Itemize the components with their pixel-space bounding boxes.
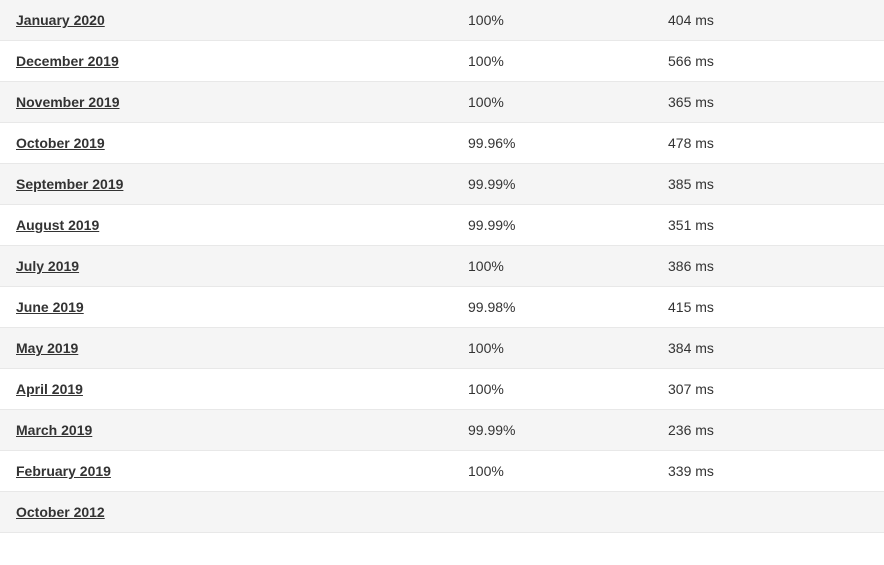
response-value: 415 ms (668, 299, 714, 315)
uptime-column: 100% (468, 12, 668, 28)
uptime-table: January 2020 100% 404 ms December 2019 100% 5… (0, 0, 884, 533)
month-column: February 2019 (16, 463, 468, 479)
month-link[interactable]: January 2020 (16, 12, 105, 28)
month-link[interactable]: April 2019 (16, 381, 83, 397)
uptime-column: 100% (468, 340, 668, 356)
uptime-value: 100% (468, 258, 504, 274)
table-row: November 2019 100% 365 ms (0, 82, 884, 123)
table-row: August 2019 99.99% 351 ms (0, 205, 884, 246)
response-column: 566 ms (668, 53, 868, 69)
response-value: 566 ms (668, 53, 714, 69)
uptime-value: 100% (468, 12, 504, 28)
uptime-column: 100% (468, 463, 668, 479)
response-value: 384 ms (668, 340, 714, 356)
table-row: September 2019 99.99% 385 ms (0, 164, 884, 205)
month-column: July 2019 (16, 258, 468, 274)
table-row: July 2019 100% 386 ms (0, 246, 884, 287)
response-column: 351 ms (668, 217, 868, 233)
month-link[interactable]: September 2019 (16, 176, 123, 192)
uptime-column: 99.98% (468, 299, 668, 315)
month-column: September 2019 (16, 176, 468, 192)
uptime-column: 100% (468, 53, 668, 69)
uptime-column: 99.99% (468, 422, 668, 438)
uptime-column: 100% (468, 94, 668, 110)
month-column: May 2019 (16, 340, 468, 356)
month-column: October 2019 (16, 135, 468, 151)
response-value: 236 ms (668, 422, 714, 438)
response-column: 365 ms (668, 94, 868, 110)
uptime-value: 99.98% (468, 299, 515, 315)
uptime-column: 99.99% (468, 176, 668, 192)
table-row: March 2019 99.99% 236 ms (0, 410, 884, 451)
uptime-value: 99.96% (468, 135, 515, 151)
month-link[interactable]: May 2019 (16, 340, 78, 356)
response-column: 478 ms (668, 135, 868, 151)
month-column: April 2019 (16, 381, 468, 397)
table-row: June 2019 99.98% 415 ms (0, 287, 884, 328)
response-value: 365 ms (668, 94, 714, 110)
uptime-column: 100% (468, 381, 668, 397)
response-column: 307 ms (668, 381, 868, 397)
response-value: 307 ms (668, 381, 714, 397)
uptime-column: 100% (468, 258, 668, 274)
table-row: December 2019 100% 566 ms (0, 41, 884, 82)
uptime-value: 99.99% (468, 176, 515, 192)
table-row: May 2019 100% 384 ms (0, 328, 884, 369)
month-link[interactable]: June 2019 (16, 299, 84, 315)
uptime-value: 100% (468, 381, 504, 397)
uptime-value: 100% (468, 94, 504, 110)
month-link[interactable]: October 2019 (16, 135, 105, 151)
month-link[interactable]: November 2019 (16, 94, 120, 110)
table-row: October 2012 (0, 492, 884, 533)
month-link[interactable]: December 2019 (16, 53, 119, 69)
month-column: March 2019 (16, 422, 468, 438)
response-value: 339 ms (668, 463, 714, 479)
uptime-column: 99.99% (468, 217, 668, 233)
table-row: April 2019 100% 307 ms (0, 369, 884, 410)
response-column: 339 ms (668, 463, 868, 479)
month-column: January 2020 (16, 12, 468, 28)
uptime-value: 100% (468, 340, 504, 356)
uptime-column: 99.96% (468, 135, 668, 151)
response-column: 385 ms (668, 176, 868, 192)
response-column: 236 ms (668, 422, 868, 438)
response-column: 415 ms (668, 299, 868, 315)
response-value: 478 ms (668, 135, 714, 151)
uptime-value: 100% (468, 53, 504, 69)
response-value: 404 ms (668, 12, 714, 28)
uptime-value: 99.99% (468, 217, 515, 233)
month-link[interactable]: July 2019 (16, 258, 79, 274)
month-column: June 2019 (16, 299, 468, 315)
response-column: 386 ms (668, 258, 868, 274)
month-column: August 2019 (16, 217, 468, 233)
month-column: December 2019 (16, 53, 468, 69)
response-value: 351 ms (668, 217, 714, 233)
month-link[interactable]: August 2019 (16, 217, 99, 233)
table-row: January 2020 100% 404 ms (0, 0, 884, 41)
month-link[interactable]: March 2019 (16, 422, 92, 438)
month-link[interactable]: October 2012 (16, 504, 105, 520)
uptime-value: 100% (468, 463, 504, 479)
month-link[interactable]: February 2019 (16, 463, 111, 479)
uptime-value: 99.99% (468, 422, 515, 438)
response-column: 384 ms (668, 340, 868, 356)
response-value: 386 ms (668, 258, 714, 274)
table-row: February 2019 100% 339 ms (0, 451, 884, 492)
response-column: 404 ms (668, 12, 868, 28)
response-value: 385 ms (668, 176, 714, 192)
month-column: November 2019 (16, 94, 468, 110)
month-column: October 2012 (16, 504, 468, 520)
table-row: October 2019 99.96% 478 ms (0, 123, 884, 164)
